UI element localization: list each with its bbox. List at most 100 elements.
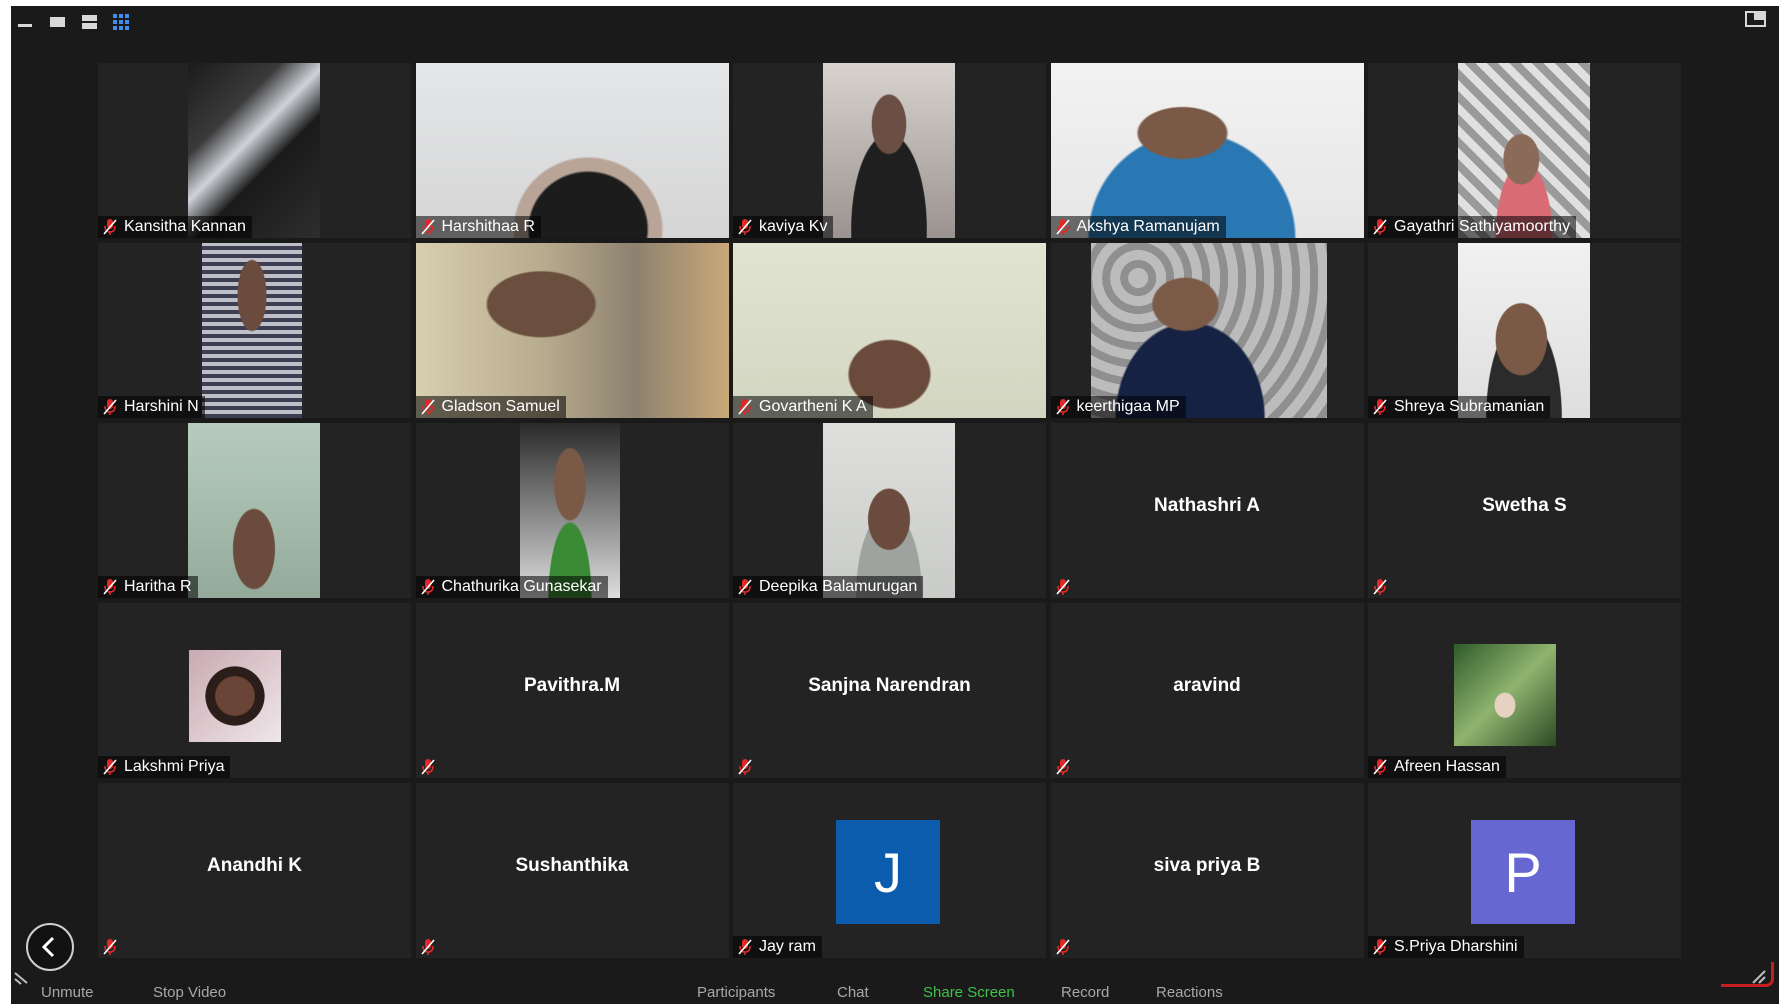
participant-tile[interactable]: Haritha R: [98, 423, 411, 598]
mic-muted-icon: [1373, 579, 1387, 595]
participant-video: [188, 63, 320, 238]
participant-tile[interactable]: Govartheni K A: [733, 243, 1046, 418]
participant-label: Chathurika Gunasekar: [415, 576, 608, 598]
participant-label: [1368, 576, 1400, 598]
participant-label: Afreen Hassan: [1368, 756, 1506, 778]
participant-tile[interactable]: Deepika Balamurugan: [733, 423, 1046, 598]
share-screen-button[interactable]: Share Screen: [923, 984, 1015, 1001]
participant-name-center: aravind: [1173, 675, 1241, 696]
mic-muted-icon: [738, 939, 752, 955]
participant-tile[interactable]: Shreya Subramanian: [1368, 243, 1681, 418]
participant-tile[interactable]: Gladson Samuel: [415, 243, 729, 418]
participant-tile[interactable]: siva priya B: [1050, 783, 1364, 958]
mic-muted-icon: [420, 399, 435, 415]
participant-video: [1458, 63, 1590, 238]
participant-tile[interactable]: Harshithaa R: [415, 63, 729, 238]
participant-label: Deepika Balamurugan: [733, 576, 924, 598]
participant-tile[interactable]: Chathurika Gunasekar: [415, 423, 729, 598]
top-bar: [11, 6, 1779, 40]
participant-label: [733, 756, 765, 778]
participant-tile[interactable]: Lakshmi Priya: [98, 603, 411, 778]
participant-tile[interactable]: Pavithra.M: [415, 603, 729, 778]
participant-video: [1090, 243, 1327, 418]
mic-muted-icon: [738, 759, 752, 775]
chat-button[interactable]: Chat: [837, 984, 869, 1001]
meeting-window: Kansitha Kannan Harshithaa R kaviya Kv Aksh…: [11, 6, 1779, 1004]
participant-label: keerthigaa MP: [1050, 396, 1186, 418]
participant-label: [98, 936, 130, 958]
exit-fullscreen-button[interactable]: [1745, 9, 1767, 31]
participant-name: Gayathri Sathiyamoorthy: [1394, 218, 1571, 235]
participant-label: Harshini N: [98, 396, 205, 418]
exit-fullscreen-icon: [1745, 11, 1766, 27]
participant-name: Lakshmi Priya: [124, 758, 225, 775]
participant-label: Govartheni K A: [733, 396, 873, 418]
mic-muted-icon: [1055, 399, 1070, 415]
mic-muted-icon: [420, 759, 435, 775]
participant-video: [415, 243, 729, 418]
participant-name-center: Swetha S: [1482, 495, 1567, 516]
strip-view-button[interactable]: [79, 12, 101, 34]
chevron-left-icon: [41, 936, 55, 958]
participant-name: Shreya Subramanian: [1394, 398, 1545, 415]
collapse-panel-button[interactable]: [26, 923, 74, 971]
gallery-view-button[interactable]: [111, 12, 133, 34]
participant-video: [519, 423, 620, 598]
mic-muted-icon: [420, 219, 435, 235]
mic-muted-icon: [738, 579, 752, 595]
participant-tile[interactable]: Swetha S: [1368, 423, 1681, 598]
reactions-button[interactable]: Reactions: [1156, 984, 1223, 1001]
participant-tile[interactable]: Nathashri A: [1050, 423, 1364, 598]
participant-tile[interactable]: P S.Priya Dharshini: [1368, 783, 1681, 958]
participant-tile[interactable]: Sushanthika: [415, 783, 729, 958]
participant-video: [823, 63, 955, 238]
profile-photo: [1454, 644, 1556, 746]
participant-label: Gladson Samuel: [415, 396, 566, 418]
participant-tile[interactable]: kaviya Kv: [733, 63, 1046, 238]
participant-tile[interactable]: Kansitha Kannan: [98, 63, 411, 238]
participant-name-center: Anandhi K: [207, 855, 302, 876]
participant-tile[interactable]: Afreen Hassan: [1368, 603, 1681, 778]
participant-label: Haritha R: [98, 576, 198, 598]
participant-tile[interactable]: keerthigaa MP: [1050, 243, 1364, 418]
mic-muted-icon: [738, 399, 752, 415]
mic-muted-icon: [1373, 939, 1387, 955]
participant-tile[interactable]: Sanjna Narendran: [733, 603, 1046, 778]
participant-label: kaviya Kv: [733, 216, 834, 238]
participant-video: [202, 243, 302, 418]
participant-name: Kansitha Kannan: [124, 218, 246, 235]
participant-tile[interactable]: Harshini N: [98, 243, 411, 418]
participant-label: Shreya Subramanian: [1368, 396, 1551, 418]
initial-avatar: J: [836, 820, 940, 924]
mic-muted-icon: [103, 759, 117, 775]
participant-label: [1051, 576, 1083, 598]
minimize-icon: [18, 24, 32, 27]
minimize-view-button[interactable]: [15, 12, 37, 34]
participant-name: Deepika Balamurugan: [759, 578, 918, 595]
participant-tile[interactable]: aravind: [1050, 603, 1364, 778]
participant-tile[interactable]: J Jay ram: [733, 783, 1046, 958]
participant-label: [416, 756, 448, 778]
mic-muted-icon: [103, 939, 117, 955]
participant-name-center: Pavithra.M: [523, 675, 621, 696]
participant-name-center: Sanjna Narendran: [808, 675, 971, 696]
mic-muted-icon: [1373, 759, 1387, 775]
participants-button[interactable]: Participants: [697, 984, 775, 1001]
mic-muted-icon: [738, 219, 752, 235]
participant-name-center: Nathashri A: [1154, 495, 1260, 516]
participant-name: Chathurika Gunasekar: [441, 578, 602, 595]
participant-tile[interactable]: Anandhi K: [98, 783, 411, 958]
stop-video-button[interactable]: Stop Video: [153, 984, 226, 1001]
participant-tile[interactable]: Gayathri Sathiyamoorthy: [1368, 63, 1681, 238]
participant-tile[interactable]: Akshya Ramanujam: [1050, 63, 1364, 238]
mic-muted-icon: [1055, 219, 1070, 235]
floating-view-button[interactable]: [47, 12, 69, 34]
participant-label: Akshya Ramanujam: [1050, 216, 1226, 238]
participant-name-center: siva priya B: [1153, 855, 1261, 876]
record-button[interactable]: Record: [1061, 984, 1109, 1001]
participant-label: Harshithaa R: [415, 216, 541, 238]
unmute-button[interactable]: Unmute: [41, 984, 94, 1001]
participant-name: Gladson Samuel: [441, 398, 560, 415]
participant-label: Jay ram: [733, 936, 822, 958]
mic-muted-icon: [103, 219, 117, 235]
